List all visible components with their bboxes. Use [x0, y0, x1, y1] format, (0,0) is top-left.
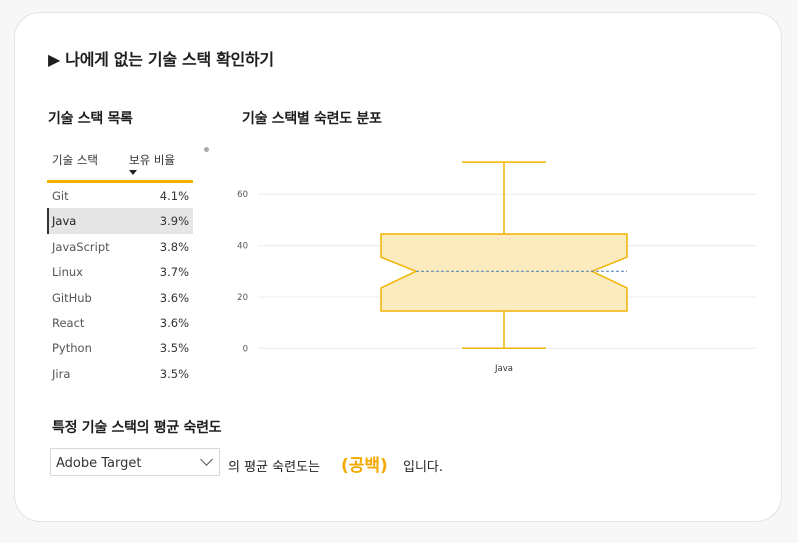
box: [380, 233, 628, 312]
skill-ratio-cell: 3.5%: [159, 341, 189, 356]
skill-name-cell: GitHub: [52, 290, 92, 305]
table-row[interactable]: Linux 3.7%: [47, 259, 193, 284]
y-tick-label: 20: [237, 293, 248, 303]
skill-name-cell: Java: [52, 214, 77, 229]
chevron-down-icon[interactable]: [200, 453, 213, 466]
skill-select-value: Adobe Target: [56, 456, 142, 471]
chart-title: 기술 스택별 숙련도 분포: [242, 111, 382, 127]
column-header-skill[interactable]: 기술 스택: [52, 152, 98, 168]
average-section-title: 특정 기술 스택의 평균 숙련도: [52, 420, 222, 436]
table-row[interactable]: Git 4.1%: [47, 183, 193, 208]
skill-name-cell: JavaScript: [52, 239, 110, 254]
skill-name-cell: Python: [52, 341, 92, 356]
skill-ratio-cell: 3.7%: [159, 265, 189, 280]
table-row[interactable]: Jira 3.5%: [47, 361, 193, 381]
skill-ratio-cell: 3.5%: [159, 366, 189, 381]
y-tick-label: 0: [243, 344, 248, 354]
box-plot-chart: 0 20 40 60 Java: [237, 161, 756, 374]
table-row[interactable]: Python 3.5%: [47, 335, 193, 360]
skill-list-title: 기술 스택 목록: [48, 111, 133, 127]
table-row[interactable]: Java 3.9%: [47, 208, 193, 234]
average-sentence-prefix: 의 평균 숙련도는: [228, 460, 320, 475]
skill-ratio-cell: 3.6%: [159, 290, 189, 305]
scrollbar-thumb[interactable]: [204, 147, 209, 152]
table-row[interactable]: JavaScript 3.8%: [47, 234, 193, 259]
page-title: ▶ 나에게 없는 기술 스택 확인하기: [48, 50, 274, 69]
table-row[interactable]: React 3.6%: [47, 310, 193, 335]
y-tick-label: 40: [237, 242, 248, 252]
skill-name-cell: Git: [52, 189, 69, 203]
y-tick-label: 60: [237, 190, 248, 200]
sort-desc-icon[interactable]: [129, 170, 137, 175]
skill-name-cell: Linux: [52, 265, 83, 280]
skill-select-dropdown[interactable]: Adobe Target: [50, 448, 220, 476]
average-sentence-suffix: 입니다.: [403, 460, 444, 475]
skill-ratio-cell: 3.8%: [159, 239, 189, 254]
column-header-ratio[interactable]: 보유 비율: [129, 152, 175, 168]
skill-ratio-cell: 4.1%: [159, 189, 189, 203]
x-category-label: Java: [494, 364, 513, 374]
table-header: 기술 스택 보유 비율: [47, 145, 193, 183]
skill-name-cell: Jira: [52, 366, 71, 381]
skill-ratio-cell: 3.9%: [159, 214, 189, 229]
skill-ratio-cell: 3.6%: [159, 315, 189, 330]
table-row[interactable]: GitHub 3.6%: [47, 285, 193, 310]
average-value: (공백): [341, 456, 388, 476]
skill-table: 기술 스택 보유 비율 Git 4.1% Java 3.9% JavaScript 3.8…: [47, 145, 193, 381]
skill-name-cell: React: [52, 315, 85, 330]
